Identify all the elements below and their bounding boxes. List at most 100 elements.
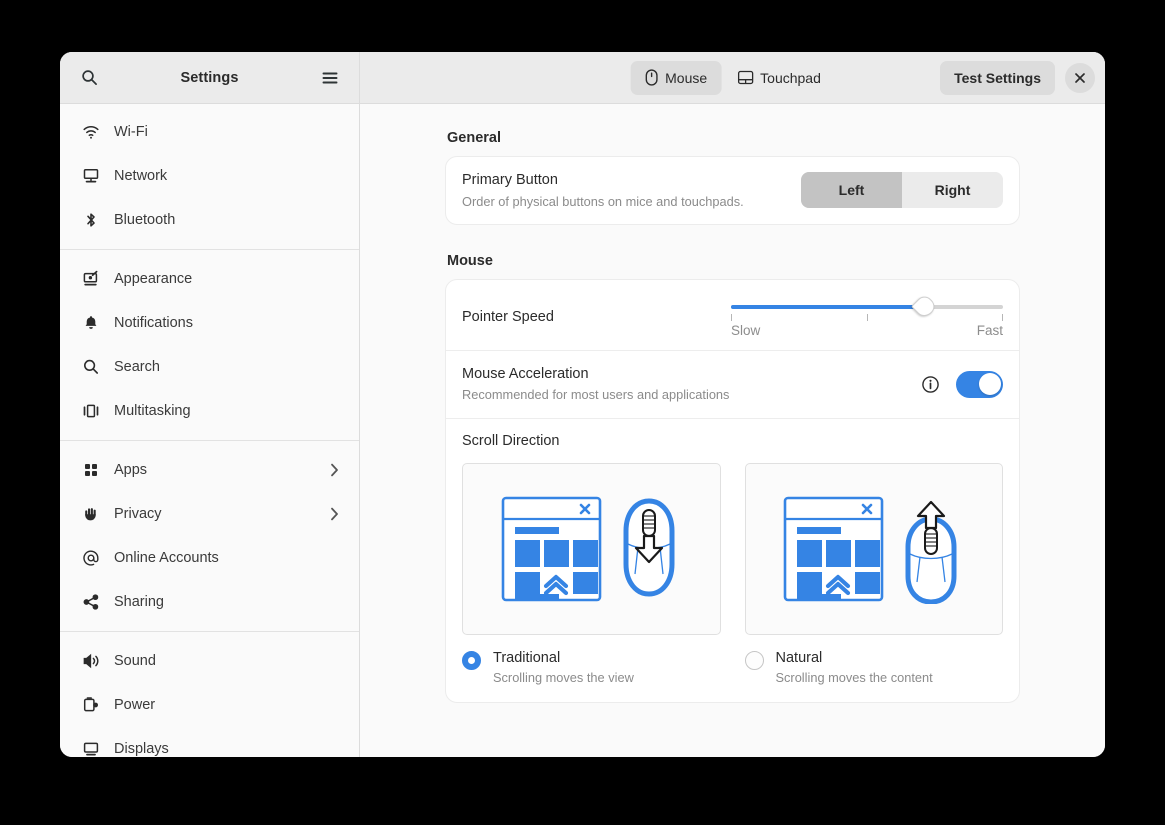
sidebar-item-label: Privacy: [114, 506, 162, 522]
display-icon: [82, 740, 100, 757]
sidebar-item-label: Notifications: [114, 315, 193, 331]
natural-sublabel: Scrolling moves the content: [775, 669, 933, 685]
sidebar-item-privacy[interactable]: Privacy: [66, 492, 353, 536]
header-actions: Test Settings: [940, 60, 1095, 95]
sidebar-item-label: Appearance: [114, 271, 193, 287]
scroll-option-traditional: Traditional Scrolling moves the view: [462, 462, 721, 686]
speaker-icon: [82, 652, 100, 670]
primary-button-row: Primary Button Order of physical buttons…: [446, 157, 1019, 224]
scroll-direction-options: Traditional Scrolling moves the view Nat…: [462, 462, 1004, 686]
share-icon: [82, 593, 100, 611]
natural-label: Natural: [775, 649, 823, 666]
slider-labels: Slow Fast: [731, 323, 1003, 338]
slider-tick: [1002, 313, 1003, 321]
view-switcher: Mouse Touchpad: [630, 60, 835, 95]
window-scroll-illustration: [501, 496, 602, 601]
sidebar-divider: [60, 631, 359, 632]
mouse-card: Pointer Speed Slow Fast Mouse Accelerati…: [445, 278, 1020, 704]
network-icon: [82, 167, 100, 185]
window-scroll-illustration: [783, 496, 884, 601]
primary-button-right[interactable]: Right: [902, 172, 1003, 209]
sidebar-item-label: Displays: [114, 741, 169, 757]
sidebar-item-network[interactable]: Network: [66, 154, 353, 198]
sidebar-item-label: Wi-Fi: [114, 124, 148, 140]
settings-window: Settings Mouse Touchpad Test Settings Wi…: [60, 52, 1105, 757]
sidebar-item-bluetooth[interactable]: Bluetooth: [66, 198, 353, 242]
traditional-sublabel: Scrolling moves the view: [493, 669, 634, 685]
search-icon[interactable]: [72, 61, 106, 95]
hand-icon: [82, 505, 100, 523]
tab-touchpad-label: Touchpad: [760, 69, 821, 86]
sidebar-item-displays[interactable]: Displays: [66, 727, 353, 757]
mouse-scroll-up-illustration: [905, 500, 957, 604]
content-header: Mouse Touchpad Test Settings: [360, 52, 1105, 103]
sidebar-item-power[interactable]: Power: [66, 683, 353, 727]
primary-button-left[interactable]: Left: [801, 172, 902, 209]
primary-button-segmented: Left Right: [801, 172, 1003, 209]
tab-touchpad[interactable]: Touchpad: [723, 61, 835, 95]
radio-traditional[interactable]: [462, 650, 481, 670]
battery-icon: [82, 696, 100, 714]
sidebar: Wi-Fi Network Bluetooth Appearance Notif…: [60, 104, 360, 757]
sidebar-item-label: Network: [114, 168, 168, 184]
sidebar-group-system: Appearance Notifications Search Multitas…: [60, 257, 359, 433]
appearance-icon: [82, 270, 100, 288]
sidebar-item-label: Power: [114, 697, 156, 713]
sidebar-item-appearance[interactable]: Appearance: [66, 257, 353, 301]
tab-mouse-label: Mouse: [665, 69, 708, 86]
sidebar-item-label: Bluetooth: [114, 212, 176, 228]
header-bar: Settings Mouse Touchpad Test Settings: [60, 52, 1105, 104]
search-icon: [82, 358, 100, 376]
section-general: General Primary Button Order of physical…: [445, 130, 1020, 225]
general-card: Primary Button Order of physical buttons…: [445, 156, 1020, 225]
mouse-acceleration-toggle[interactable]: [956, 370, 1003, 398]
sidebar-item-multitasking[interactable]: Multitasking: [66, 389, 353, 433]
section-title-mouse: Mouse: [447, 252, 493, 269]
scroll-direction-title: Scroll Direction: [462, 432, 560, 449]
wifi-icon: [82, 123, 100, 141]
bell-icon: [82, 314, 100, 332]
sidebar-item-apps[interactable]: Apps: [66, 448, 353, 492]
scroll-option-natural: Natural Scrolling moves the content: [744, 462, 1004, 686]
main-content: General Primary Button Order of physical…: [360, 104, 1105, 757]
sidebar-group-apps: Apps Privacy Online Accounts Sharing: [60, 448, 359, 624]
primary-button-subtitle: Order of physical buttons on mice and to…: [462, 193, 744, 209]
mouse-acceleration-title: Mouse Acceleration: [462, 365, 589, 382]
mouse-acceleration-row: Mouse Acceleration Recommended for most …: [446, 349, 1019, 418]
sidebar-item-search[interactable]: Search: [66, 345, 353, 389]
pointer-speed-row: Pointer Speed Slow Fast: [446, 280, 1019, 350]
sidebar-item-label: Sound: [114, 653, 156, 669]
slider-track[interactable]: [731, 292, 1003, 320]
info-icon[interactable]: [921, 375, 940, 394]
page-title: Settings: [180, 69, 239, 86]
toggle-knob: [978, 373, 1001, 396]
natural-illustration[interactable]: [744, 462, 1003, 635]
sidebar-divider: [60, 249, 359, 250]
section-mouse: Mouse Pointer Speed Slow Fast Mouse Acce…: [445, 252, 1020, 704]
sidebar-item-notifications[interactable]: Notifications: [66, 301, 353, 345]
radio-natural[interactable]: [744, 650, 764, 670]
hamburger-menu-icon[interactable]: [313, 61, 347, 95]
tab-mouse[interactable]: Mouse: [630, 60, 722, 95]
at-sign-icon: [82, 549, 100, 567]
slider-tick-marks: [731, 313, 1003, 322]
sidebar-item-label: Online Accounts: [114, 550, 219, 566]
sidebar-item-label: Sharing: [114, 594, 164, 610]
sidebar-item-wifi[interactable]: Wi-Fi: [66, 110, 353, 154]
section-title-general: General: [447, 130, 501, 146]
sidebar-item-sound[interactable]: Sound: [66, 639, 353, 683]
traditional-radio-row[interactable]: Traditional Scrolling moves the view: [462, 649, 721, 686]
mouse-scroll-down-illustration: [623, 498, 675, 597]
sidebar-item-label: Apps: [114, 462, 148, 478]
test-settings-button[interactable]: Test Settings: [940, 60, 1055, 95]
scroll-direction-row: Scroll Direction Traditional Scrolling m…: [446, 417, 1019, 702]
traditional-label: Traditional: [493, 649, 561, 666]
traditional-illustration[interactable]: [462, 462, 721, 635]
sidebar-item-sharing[interactable]: Sharing: [66, 580, 353, 624]
pointer-speed-slider[interactable]: Slow Fast: [731, 292, 1003, 338]
sidebar-group-network: Wi-Fi Network Bluetooth: [60, 110, 359, 242]
close-icon[interactable]: [1065, 62, 1095, 93]
sidebar-group-hardware: Sound Power Displays: [60, 639, 359, 757]
natural-radio-row[interactable]: Natural Scrolling moves the content: [744, 649, 1004, 686]
sidebar-item-online-accounts[interactable]: Online Accounts: [66, 536, 353, 580]
